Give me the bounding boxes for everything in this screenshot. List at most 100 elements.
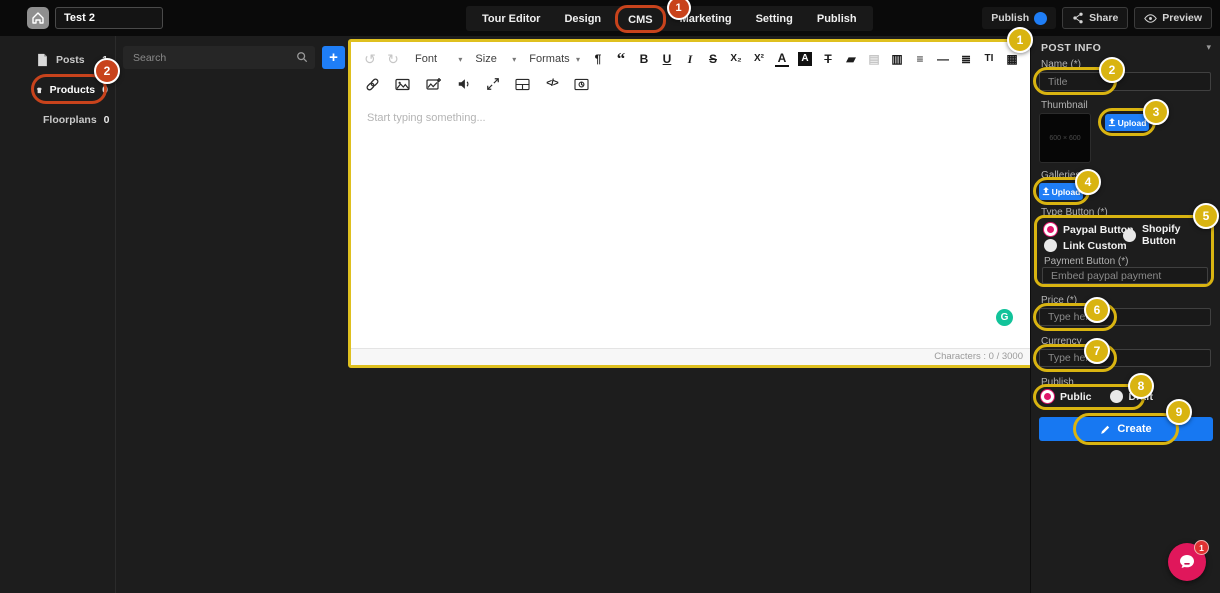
share-label: Share xyxy=(1089,12,1118,24)
fullscreen-icon[interactable] xyxy=(486,77,500,91)
thumbnail-size-text: 600 × 600 xyxy=(1049,135,1080,142)
character-counter: Characters : 0 / 3000 xyxy=(351,348,1031,365)
rich-text-editor[interactable]: 1 ↺ ↻ Font ▾ Size ▾ Formats ▾ ¶ “ B U I … xyxy=(348,39,1034,368)
subscript-icon[interactable]: X₂ xyxy=(729,50,743,68)
redo-icon[interactable]: ↻ xyxy=(386,50,400,68)
size-dropdown[interactable]: Size ▾ xyxy=(473,53,518,65)
remove-formatting-icon[interactable]: T xyxy=(821,50,835,68)
radio-link-custom[interactable]: Link Custom xyxy=(1044,239,1127,252)
radio-draft[interactable] xyxy=(1110,390,1123,403)
paragraph-icon[interactable]: ¶ xyxy=(591,50,605,68)
eraser-icon[interactable]: ▰ xyxy=(844,50,858,68)
bold-icon[interactable]: B xyxy=(637,50,651,68)
post-info-panel: POST INFO ▾ Name (*) 2 Thumbnail 600 × 6… xyxy=(1030,36,1220,593)
formats-dropdown-label: Formats xyxy=(529,53,569,65)
nav-setting[interactable]: Setting xyxy=(744,13,805,25)
preview-button[interactable]: Preview xyxy=(1134,7,1212,29)
font-dropdown-label: Font xyxy=(415,53,437,65)
superscript-icon[interactable]: X² xyxy=(752,50,766,68)
search-input[interactable] xyxy=(123,46,315,69)
background-color-icon[interactable]: A xyxy=(798,52,812,66)
share-button[interactable]: Share xyxy=(1062,7,1128,29)
indent-decrease-icon[interactable]: ▤ xyxy=(867,50,881,68)
strikethrough-icon[interactable]: S xyxy=(706,50,720,68)
nav-tour-editor[interactable]: Tour Editor xyxy=(470,13,552,25)
share-icon xyxy=(1072,12,1084,24)
eye-icon xyxy=(1144,12,1157,25)
publish-label: Publish xyxy=(1041,377,1074,388)
pencil-icon xyxy=(1100,424,1111,435)
layout-icon[interactable] xyxy=(515,78,530,91)
font-dropdown[interactable]: Font ▾ xyxy=(413,53,464,65)
chat-unread-badge: 1 xyxy=(1194,540,1209,555)
radio-unselected-icon[interactable] xyxy=(1044,239,1057,252)
products-icon xyxy=(36,84,43,97)
payment-embed-input[interactable] xyxy=(1042,267,1208,284)
home-button[interactable] xyxy=(27,7,49,29)
post-info-title: POST INFO xyxy=(1041,42,1101,54)
publish-toggle[interactable]: Publish xyxy=(982,7,1056,29)
radio-selected-icon[interactable] xyxy=(1044,223,1057,236)
images-icon[interactable] xyxy=(395,77,411,91)
sidebar-item-count: 0 xyxy=(104,114,112,126)
posts-icon xyxy=(36,53,49,67)
sidebar-item-label: Floorplans xyxy=(43,114,97,126)
code-icon[interactable]: </> xyxy=(545,75,559,93)
text-color-icon[interactable]: A xyxy=(775,51,789,67)
search-wrap xyxy=(123,46,315,69)
nav-design[interactable]: Design xyxy=(552,13,613,25)
upload-icon xyxy=(1108,118,1116,127)
embed-icon[interactable] xyxy=(574,78,589,91)
list-column: + xyxy=(116,36,348,593)
annotation-badge-yellow-7: 7 xyxy=(1084,338,1110,364)
audio-icon[interactable] xyxy=(457,77,471,91)
nav-cms[interactable]: CMS xyxy=(626,14,654,26)
thumbnail-preview[interactable]: 600 × 600 xyxy=(1039,113,1091,163)
annotation-badge-yellow-1: 1 xyxy=(1007,27,1033,53)
thumbnail-upload-button[interactable]: Upload xyxy=(1105,114,1149,131)
annotation-badge-yellow-4: 4 xyxy=(1075,169,1101,195)
chat-widget-button[interactable]: 1 xyxy=(1168,543,1206,581)
blockquote-icon[interactable]: “ xyxy=(614,54,628,64)
radio-public[interactable] xyxy=(1041,390,1054,403)
align-icon[interactable]: ≡ xyxy=(913,50,927,68)
radio-paypal-button[interactable]: Paypal Button xyxy=(1044,223,1134,236)
underline-icon[interactable]: U xyxy=(660,50,674,68)
horizontal-rule-icon[interactable]: — xyxy=(936,50,950,68)
project-name-input[interactable] xyxy=(55,7,163,29)
grammarly-icon[interactable]: G xyxy=(996,309,1013,326)
line-height-icon[interactable]: TI xyxy=(982,50,996,68)
editor-canvas[interactable]: Start typing something... G xyxy=(351,99,1031,348)
image-upload-icon[interactable] xyxy=(426,77,442,91)
annotation-badge-red-1: 1 xyxy=(667,0,691,20)
name-label: Name (*) xyxy=(1041,59,1081,70)
sidebar-item-floorplans[interactable]: Floorplans 0 xyxy=(36,108,110,132)
formats-dropdown[interactable]: Formats ▾ xyxy=(527,53,582,65)
annotation-badge-yellow-2: 2 xyxy=(1099,57,1125,83)
price-label: Price (*) xyxy=(1041,295,1077,306)
top-bar: Tour Editor Design CMS 1 Marketing Setti… xyxy=(0,0,1220,36)
nav-publish[interactable]: Publish xyxy=(805,13,869,25)
create-label: Create xyxy=(1117,423,1151,435)
editor-toolbar-row2: </> xyxy=(351,70,1031,99)
publish-toggle-dot[interactable] xyxy=(1034,12,1047,25)
editor-placeholder: Start typing something... xyxy=(367,112,486,124)
top-bar-actions: Publish Share Preview xyxy=(982,7,1212,29)
annotation-badge-yellow-6: 6 xyxy=(1084,297,1110,323)
name-input[interactable] xyxy=(1039,72,1211,91)
upload-label: Upload xyxy=(1118,118,1147,128)
undo-icon[interactable]: ↺ xyxy=(363,50,377,68)
currency-input[interactable] xyxy=(1039,349,1211,367)
add-post-button[interactable]: + xyxy=(322,46,345,69)
annotation-badge-yellow-8: 8 xyxy=(1128,373,1154,399)
link-icon[interactable] xyxy=(365,77,380,92)
list-icon[interactable]: ≣ xyxy=(959,50,973,68)
italic-icon[interactable]: I xyxy=(683,50,697,68)
payment-button-label: Payment Button (*) xyxy=(1044,256,1128,267)
home-icon xyxy=(31,11,45,25)
price-input[interactable] xyxy=(1039,308,1211,326)
collapse-chevron-icon[interactable]: ▾ xyxy=(1206,42,1211,53)
annotation-badge-yellow-9: 9 xyxy=(1166,399,1192,425)
indent-increase-icon[interactable]: ▥ xyxy=(890,50,904,68)
chevron-down-icon: ▾ xyxy=(512,55,516,64)
